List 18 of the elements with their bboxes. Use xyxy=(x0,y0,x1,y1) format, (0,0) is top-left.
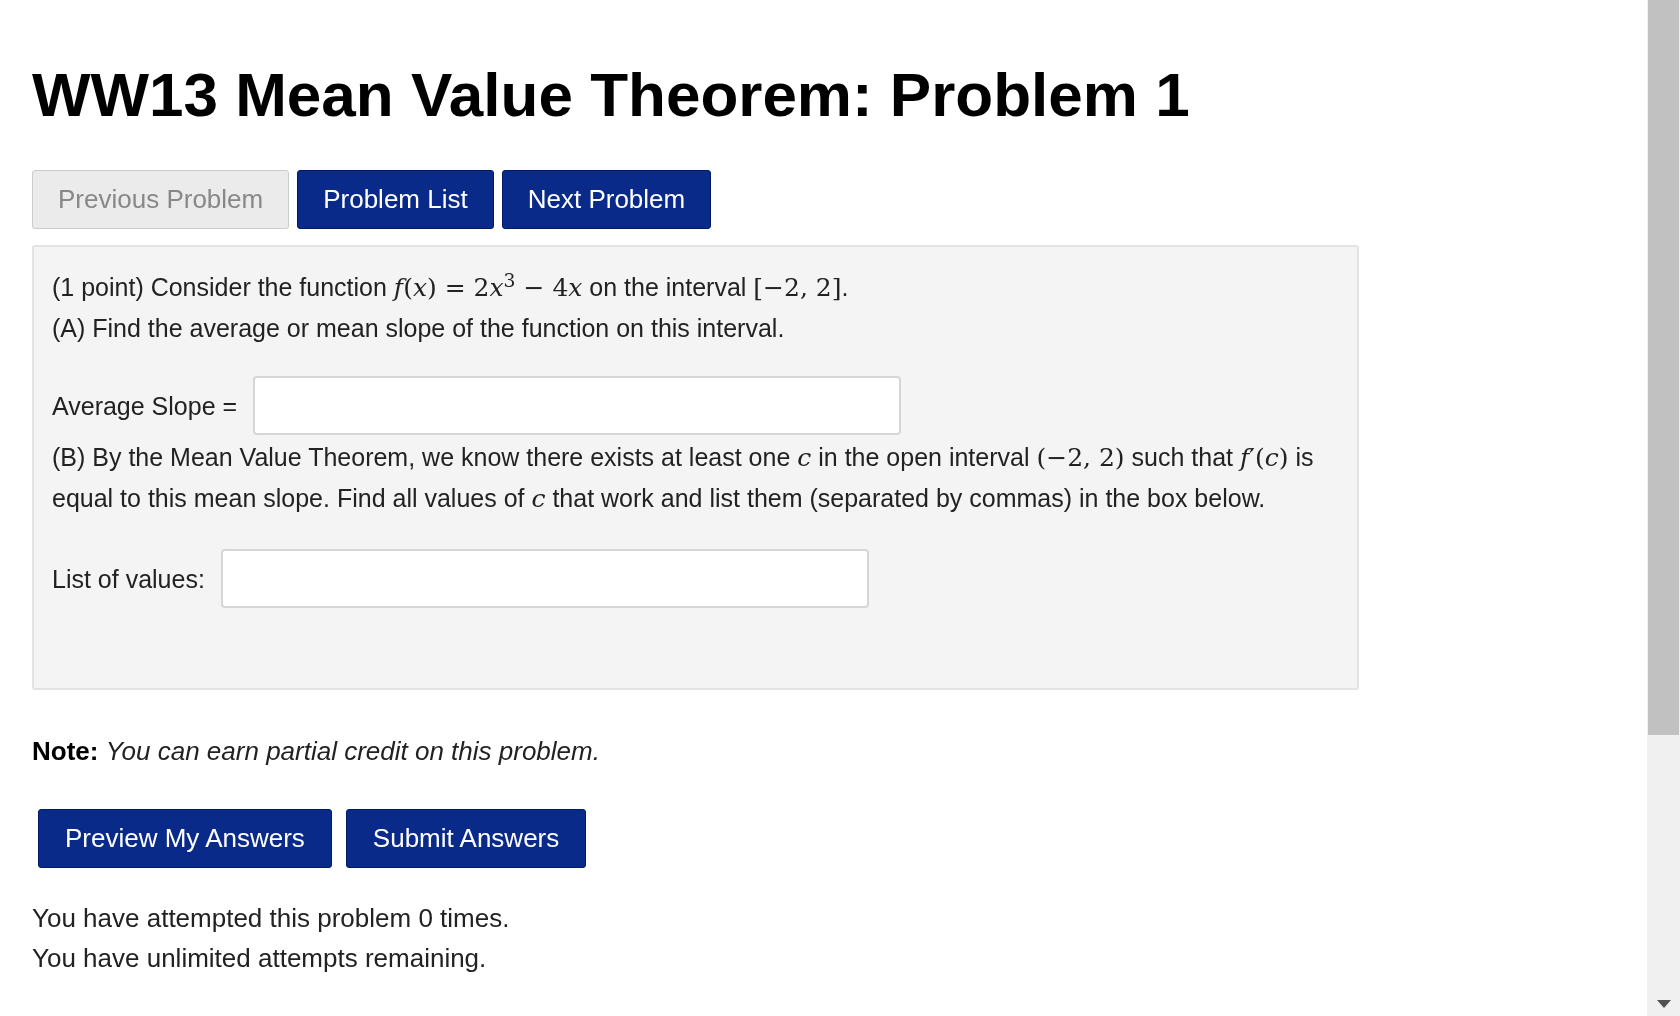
page-title: WW13 Mean Value Theorem: Problem 1 xyxy=(32,64,1190,126)
problem-text: (B) By the Mean Value Theorem, we know there exists at least one c in the open interval (−2, 2) such that f′(c) is equal to this mean slope. Find all values of c that work and list them (separated by commas) in the box below. xyxy=(52,442,1315,515)
attempts-text: You have attempted this problem 0 times. xyxy=(32,902,510,935)
action-button[interactable]: Submit Answers xyxy=(345,809,587,868)
answer-field[interactable] xyxy=(253,376,902,435)
problem-text: (1 point) Consider the function f(x) = 2x$^{3}$ − 4x on the interval [−2, 2]. xyxy=(52,268,850,304)
answer-field[interactable] xyxy=(220,549,869,608)
note-text: Note: You can earn partial credit on this problem. xyxy=(32,735,600,768)
scroll-down-icon[interactable] xyxy=(1656,1000,1671,1008)
field-label: Average Slope = xyxy=(52,390,238,422)
scrollbar[interactable] xyxy=(1647,0,1680,1016)
nav-button[interactable]: Problem List xyxy=(297,170,494,229)
nav-button[interactable]: Next Problem xyxy=(501,170,712,229)
scrollbar-thumb[interactable] xyxy=(1648,0,1679,735)
action-button[interactable]: Preview My Answers xyxy=(38,809,332,868)
problem-text: (A) Find the average or mean slope of the function on this interval. xyxy=(52,313,786,344)
field-label: List of values: xyxy=(52,563,205,595)
attempts-text: You have unlimited attempts remaining. xyxy=(32,942,487,975)
